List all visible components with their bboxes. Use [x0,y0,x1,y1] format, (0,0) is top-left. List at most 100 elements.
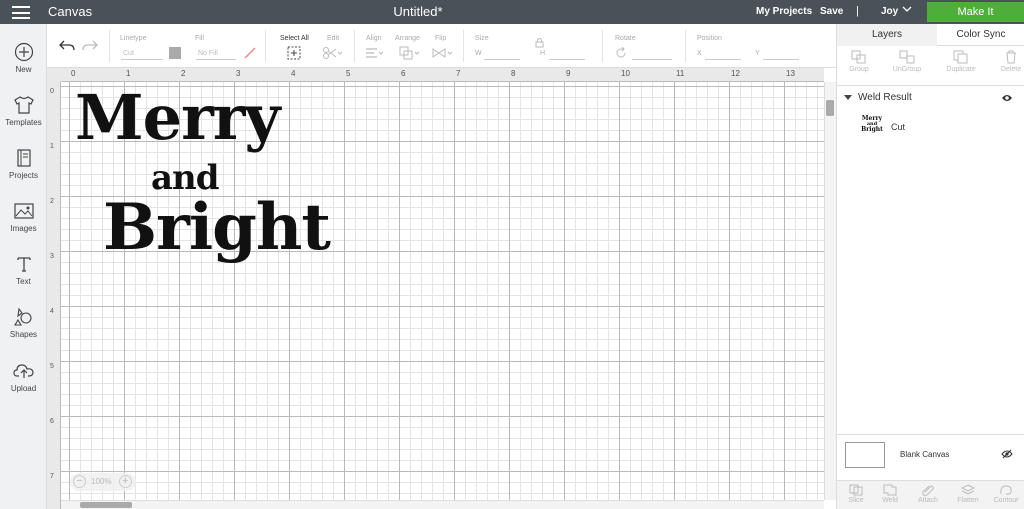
align-label: Align [366,35,382,42]
ruler-tick-label: 0 [50,88,54,95]
horizontal-scroll-thumb[interactable] [80,502,132,508]
ruler-tick-label: 3 [50,253,54,260]
delete-button[interactable]: Delete [989,50,1024,73]
fill-label: Fill [195,35,204,42]
y-label: Y [755,50,760,57]
ruler-tick-label: 1 [50,143,54,150]
toolbar-divider [354,30,355,62]
group-label: Group [849,66,869,73]
sidebar-item-projects[interactable]: Projects [0,148,47,196]
ungroup-button[interactable]: UnGroup [885,50,929,73]
flatten-icon [961,484,975,495]
document-title[interactable]: Untitled* [0,4,836,19]
width-label: W [475,50,482,57]
height-label: H [540,50,546,57]
align-icon[interactable] [365,47,385,59]
ruler-tick-label: 1 [126,69,131,78]
x-position-input[interactable] [705,48,741,60]
trash-icon [1006,50,1016,64]
no-fill-swatch-icon[interactable] [243,46,257,60]
attach-label: Attach [918,497,938,504]
book-icon [16,149,31,167]
save-link[interactable]: Save [820,6,843,17]
layer-item[interactable]: Merry and Bright Cut [837,114,1024,140]
slice-button[interactable]: Slice [837,484,875,504]
height-input[interactable] [549,48,585,60]
flatten-button[interactable]: Flatten [949,484,987,504]
sidebar-item-new[interactable]: New [0,42,47,90]
ruler-tick-label: 6 [401,69,406,78]
zoom-level: 100% [91,477,112,486]
rotate-icon[interactable] [615,47,627,59]
weld-label: Weld [882,497,898,504]
layer-operation: Cut [891,122,906,132]
fill-select[interactable]: No Fill [196,48,236,60]
group-button[interactable]: Group [837,50,881,73]
undo-icon[interactable] [59,40,75,52]
rotate-input[interactable] [632,48,672,60]
flip-icon[interactable] [432,46,454,60]
design-canvas[interactable]: Merry and Bright [61,82,824,500]
ruler-corner [47,68,61,82]
fill-value: No Fill [198,50,218,57]
linetype-value: Cut [123,50,134,57]
user-name[interactable]: Joy [881,6,898,17]
size-label: Size [475,35,489,42]
design-text-merry[interactable]: Merry [75,86,280,150]
eye-off-icon[interactable] [1001,449,1013,459]
layer-bottom-tools: Slice Weld Attach Flatten Contour [837,480,1024,509]
duplicate-icon [953,50,968,64]
sidebar-item-text[interactable]: Text [0,254,47,302]
attach-button[interactable]: Attach [909,484,947,504]
tab-color-sync[interactable]: Color Sync [937,24,1024,46]
sidebar-item-upload[interactable]: Upload [0,361,47,409]
linetype-select[interactable]: Cut [121,48,163,60]
horizontal-scrollbar[interactable] [61,500,824,509]
make-it-button[interactable]: Make It [927,2,1024,22]
caret-down-icon[interactable] [844,94,852,102]
vertical-scroll-thumb[interactable] [826,100,834,116]
sidebar-item-label: Projects [9,171,38,180]
lock-icon[interactable] [535,37,544,48]
ruler-tick-label: 12 [731,69,740,78]
blank-canvas-swatch[interactable] [845,442,885,468]
zoom-out-button[interactable]: − [73,475,86,488]
select-all-icon[interactable] [287,46,301,60]
width-input[interactable] [484,48,520,60]
ruler-tick-label: 2 [50,198,54,205]
scissors-icon[interactable] [322,46,342,60]
toolbar-divider [685,30,686,62]
zoom-control: − 100% + [70,473,136,491]
paperclip-icon [922,485,934,496]
slice-icon [849,484,863,496]
tab-layers[interactable]: Layers [837,24,937,46]
linetype-color-swatch[interactable] [169,47,181,59]
eye-icon[interactable] [1001,93,1013,103]
sidebar-item-images[interactable]: Images [0,201,47,249]
blank-canvas-label: Blank Canvas [900,450,950,459]
ruler-tick-label: 0 [71,69,76,78]
sidebar-item-label: New [15,65,32,74]
sidebar-item-shapes[interactable]: Shapes [0,307,47,355]
blank-canvas-row[interactable]: Blank Canvas [837,434,1024,480]
vertical-scrollbar[interactable] [824,82,836,500]
design-text-bright[interactable]: Bright [103,194,331,262]
chevron-down-icon[interactable] [902,4,912,14]
zoom-in-button[interactable]: + [119,475,132,488]
contour-button[interactable]: Contour [987,484,1024,504]
position-label: Position [697,35,722,42]
rotate-label: Rotate [615,35,636,42]
edit-label: Edit [327,35,340,42]
ruler-tick-label: 4 [291,69,296,78]
vertical-ruler: 0 1 2 3 4 5 6 7 [47,82,61,509]
weld-button[interactable]: Weld [871,484,909,504]
my-projects-link[interactable]: My Projects [756,6,812,17]
arrange-icon[interactable] [399,46,421,60]
sidebar-item-templates[interactable]: Templates [0,95,47,143]
layer-group-row[interactable]: Weld Result [837,90,1024,106]
duplicate-button[interactable]: Duplicate [939,50,983,73]
x-label: X [697,50,702,57]
redo-icon[interactable] [82,40,98,52]
sidebar-item-label: Images [10,224,37,233]
y-position-input[interactable] [763,48,799,60]
